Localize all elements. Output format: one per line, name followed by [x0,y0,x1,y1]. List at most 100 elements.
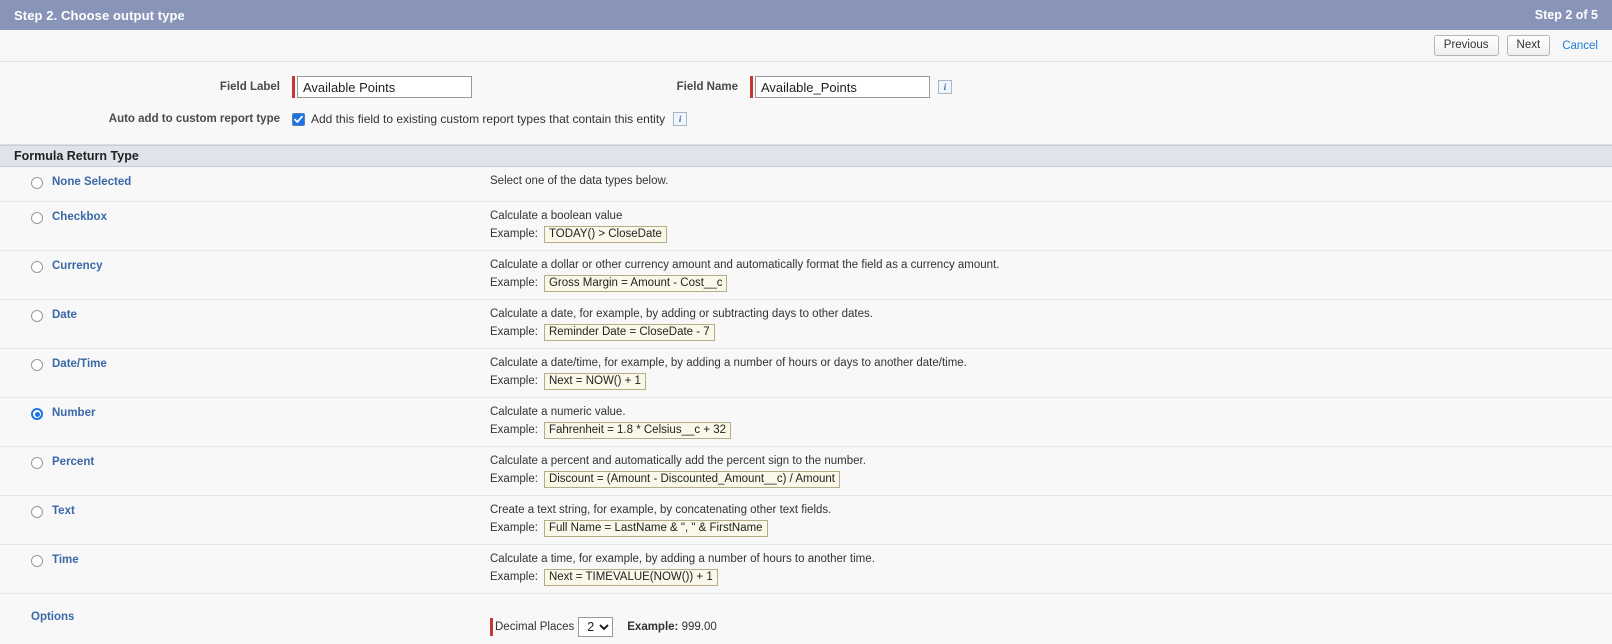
return-type-description-cell: Calculate a date/time, for example, by a… [490,349,1612,397]
next-button[interactable]: Next [1506,35,1551,56]
field-label-caption: Field Label [219,81,280,93]
example-word: Example: [490,522,538,534]
required-marker [292,76,295,98]
return-type-row[interactable]: Text Create a text string, for example, b… [0,496,1612,545]
return-type-description-cell: Calculate a date, for example, by adding… [490,300,1612,348]
return-type-label[interactable]: Number [52,407,95,420]
return-type-label[interactable]: Currency [52,260,103,273]
return-type-description: Calculate a boolean value [490,210,623,222]
options-right: Decimal Places 012345678 Example: 999.00 [490,609,1612,644]
wizard-button-row: Previous Next Cancel [0,30,1612,62]
return-type-description-cell: Create a text string, for example, by co… [490,496,1612,544]
required-marker [750,76,753,98]
return-type-description-cell: Calculate a dollar or other currency amo… [490,251,1612,299]
field-name-input-wrap [750,76,930,98]
return-type-label[interactable]: Time [52,554,79,567]
decimal-places-example-value: 999.00 [681,620,717,633]
radio-number[interactable] [31,408,43,420]
return-type-row[interactable]: Time Calculate a time, for example, by ad… [0,545,1612,594]
return-type-list: None Selected Select one of the data type… [0,167,1612,644]
radio-date[interactable] [31,310,43,322]
return-type-description-cell: Calculate a time, for example, by adding… [490,545,1612,593]
example-word: Example: [490,473,538,485]
return-type-description: Create a text string, for example, by co… [490,504,832,516]
options-row: Options Decimal Places 012345678 Example… [0,594,1612,644]
return-type-description: Calculate a time, for example, by adding… [490,553,875,565]
field-label-input[interactable] [297,76,472,98]
return-type-row[interactable]: Date Calculate a date, for example, by ad… [0,300,1612,349]
return-type-label[interactable]: Text [52,505,75,518]
radio-time[interactable] [31,555,43,567]
info-icon[interactable]: i [673,112,688,126]
field-label-row: Field Label Field Name i [0,76,1612,98]
radio-currency[interactable] [31,261,43,273]
auto-add-checkbox[interactable] [292,112,305,126]
auto-add-checkbox-label: Add this field to existing custom report… [311,112,666,126]
return-type-option[interactable]: None Selected [0,167,490,201]
return-type-row[interactable]: Percent Calculate a percent and automatic… [0,447,1612,496]
return-type-example: Example: Next = TIMEVALUE(NOW()) + 1 [490,569,1612,586]
decimal-places-label: Decimal Places [495,620,575,633]
return-type-description-cell: Select one of the data types below. [490,167,1612,201]
return-type-option[interactable]: Date [0,300,490,348]
return-type-description: Calculate a numeric value. [490,406,626,418]
return-type-row[interactable]: Currency Calculate a dollar or other curr… [0,251,1612,300]
radio-date-time[interactable] [31,359,43,371]
radio-none-selected[interactable] [31,177,43,189]
return-type-option[interactable]: Number [0,398,490,446]
previous-button[interactable]: Previous [1433,35,1499,56]
return-type-description: Calculate a date, for example, by adding… [490,308,873,320]
return-type-example: Example: Full Name = LastName & ", " & Fi… [490,520,1612,537]
example-formula: Full Name = LastName & ", " & FirstName [543,520,768,537]
return-type-description: Calculate a dollar or other currency amo… [490,259,1000,271]
return-type-row[interactable]: Date/Time Calculate a date/time, for exam… [0,349,1612,398]
return-type-label[interactable]: Date [52,309,77,322]
return-type-label[interactable]: None Selected [52,176,131,189]
cancel-link[interactable]: Cancel [1562,40,1598,52]
example-formula: TODAY() > CloseDate [543,226,667,243]
example-word: Example: [490,571,538,583]
return-type-example: Example: Gross Margin = Amount - Cost__c [490,275,1612,292]
return-type-row[interactable]: Checkbox Calculate a boolean value Example… [0,202,1612,251]
return-type-description: Calculate a date/time, for example, by a… [490,357,967,369]
return-type-description-cell: Calculate a numeric value. Example: Fahren… [490,398,1612,446]
return-type-description-cell: Calculate a percent and automatically ad… [490,447,1612,495]
radio-dot [34,411,40,417]
field-name-input[interactable] [755,76,930,98]
return-type-label[interactable]: Checkbox [52,211,107,224]
step-counter: Step 2 of 5 [1534,8,1598,22]
return-type-example: Example: Reminder Date = CloseDate - 7 [490,324,1612,341]
field-name-caption: Field Name [676,81,738,93]
example-formula: Reminder Date = CloseDate - 7 [543,324,715,341]
example-word: Example: [490,326,538,338]
options-left: Options [0,609,490,644]
decimal-places-select[interactable]: 012345678 [578,616,614,637]
example-formula: Fahrenheit = 1.8 * Celsius__c + 32 [543,422,732,439]
example-formula: Discount = (Amount - Discounted_Amount__… [543,471,840,488]
radio-checkbox[interactable] [31,212,43,224]
return-type-label[interactable]: Percent [52,456,94,469]
return-type-option[interactable]: Checkbox [0,202,490,250]
decimal-places-example-prefix: Example: [627,620,679,633]
info-icon[interactable]: i [938,80,952,94]
required-marker [490,617,493,636]
return-type-row[interactable]: None Selected Select one of the data type… [0,167,1612,202]
example-formula: Gross Margin = Amount - Cost__c [543,275,728,292]
example-formula: Next = NOW() + 1 [543,373,646,390]
radio-text[interactable] [31,506,43,518]
section-intro-text: Select one of the data types below. [490,175,669,187]
return-type-example: Example: Discount = (Amount - Discounted_… [490,471,1612,488]
return-type-example: Example: Fahrenheit = 1.8 * Celsius__c + … [490,422,1612,439]
return-type-option[interactable]: Date/Time [0,349,490,397]
return-type-description-cell: Calculate a boolean value Example: TODAY()… [490,202,1612,250]
return-type-row[interactable]: Number Calculate a numeric value. Example:… [0,398,1612,447]
return-type-option[interactable]: Text [0,496,490,544]
return-type-option[interactable]: Time [0,545,490,593]
return-type-option[interactable]: Currency [0,251,490,299]
radio-percent[interactable] [31,457,43,469]
return-type-label[interactable]: Date/Time [52,358,107,371]
return-type-option[interactable]: Percent [0,447,490,495]
example-word: Example: [490,424,538,436]
example-formula: Next = TIMEVALUE(NOW()) + 1 [543,569,718,586]
example-word: Example: [490,277,538,289]
